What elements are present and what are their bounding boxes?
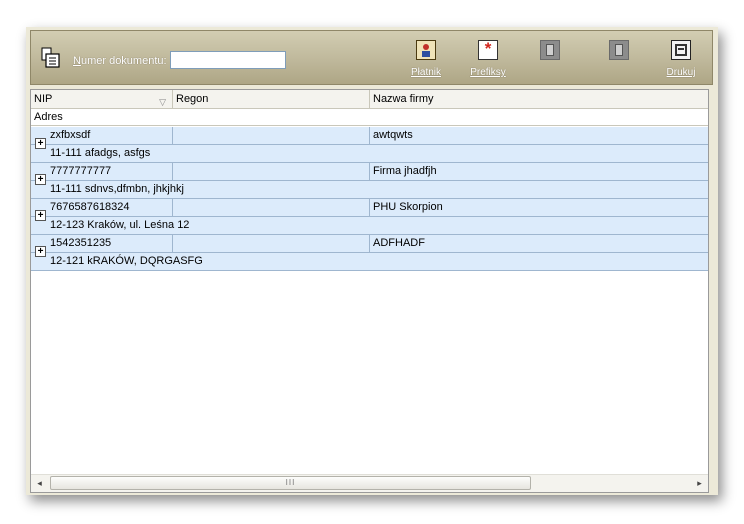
cell-regon[interactable] (173, 199, 370, 216)
column-header-nazwa[interactable]: Nazwa firmy (370, 90, 708, 108)
cell-regon[interactable] (173, 235, 370, 252)
scrollbar-thumb[interactable]: III (50, 476, 531, 490)
scroll-left-arrow-icon[interactable]: ◂ (31, 475, 48, 492)
column-header-nip[interactable]: NIP ▽ (31, 90, 173, 108)
grid-header: NIP ▽ Regon Nazwa firmy (31, 90, 708, 109)
expand-icon[interactable]: + (35, 246, 46, 257)
cell-nip[interactable]: 7777777777 (47, 163, 173, 180)
cell-nip[interactable]: 7676587618324 (47, 199, 173, 216)
toolbar: Numer dokumentu: Płatnik * Prefiksy Druk… (30, 30, 713, 85)
drukuj-button[interactable]: Drukuj (654, 40, 708, 82)
cell-regon[interactable] (173, 163, 370, 180)
prefiksy-label: Prefiksy (470, 67, 506, 78)
expand-icon[interactable]: + (35, 174, 46, 185)
cell-nazwa[interactable]: PHU Skorpion (370, 199, 708, 216)
expand-icon[interactable]: + (35, 138, 46, 149)
table-row[interactable]: 7676587618324 PHU Skorpion 12-123 Kraków… (31, 199, 708, 235)
document-number-input[interactable] (170, 51, 286, 69)
cell-nip[interactable]: zxfbxsdf (47, 127, 173, 144)
printer-icon (671, 40, 691, 60)
table-row[interactable]: 7777777777 Firma jhadfjh 11-111 sdnvs,df… (31, 163, 708, 199)
expand-icon[interactable]: + (35, 210, 46, 221)
table-row[interactable]: 1542351235 ADFHADF 12-121 kRAKÓW, DQRGAS… (31, 235, 708, 271)
asterisk-icon: * (478, 39, 498, 60)
disabled-button-2[interactable] (592, 40, 646, 82)
document-icon (609, 40, 629, 60)
cell-adres[interactable]: 12-121 kRAKÓW, DQRGASFG (47, 253, 708, 270)
horizontal-scrollbar[interactable]: ◂ III ▸ (31, 474, 708, 492)
scroll-right-arrow-icon[interactable]: ▸ (691, 475, 708, 492)
column-header-regon[interactable]: Regon (173, 90, 370, 108)
cell-nazwa[interactable]: awtqwts (370, 127, 708, 144)
table-row[interactable]: zxfbxsdf awtqwts 11-111 afadgs, asfgs + (31, 127, 708, 163)
document-number-icon (41, 47, 60, 68)
cell-adres[interactable]: 11-111 sdnvs,dfmbn, jhkjhkj (47, 181, 708, 198)
document-icon (540, 40, 560, 60)
cell-adres[interactable]: 11-111 afadgs, asfgs (47, 145, 708, 162)
prefiksy-button[interactable]: * Prefiksy (461, 39, 515, 82)
cell-nazwa[interactable]: Firma jhadfjh (370, 163, 708, 180)
cell-nip[interactable]: 1542351235 (47, 235, 173, 252)
cell-nazwa[interactable]: ADFHADF (370, 235, 708, 252)
cell-regon[interactable] (173, 127, 370, 144)
platnik-button[interactable]: Płatnik (399, 40, 453, 82)
platnik-label: Płatnik (410, 67, 441, 78)
column-header-adres[interactable]: Adres (31, 109, 708, 126)
drukuj-label: Drukuj (666, 67, 696, 78)
cell-adres[interactable]: 12-123 Kraków, ul. Leśna 12 (47, 217, 708, 234)
person-icon (416, 40, 436, 60)
document-number-label: Numer dokumentu: (73, 55, 167, 67)
companies-grid: NIP ▽ Regon Nazwa firmy Adres zxfbxsdf a… (30, 89, 709, 493)
disabled-button-1[interactable] (523, 40, 577, 82)
main-window: Numer dokumentu: Płatnik * Prefiksy Druk… (26, 27, 718, 495)
